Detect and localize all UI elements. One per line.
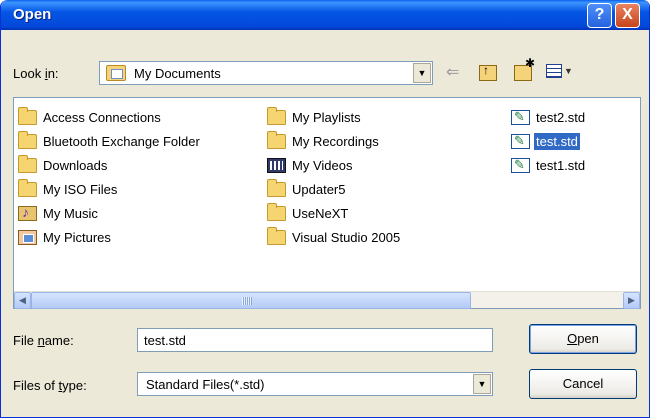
file-name-input[interactable]: test.std (137, 328, 493, 352)
help-icon: ? (594, 6, 605, 23)
std-file-icon (511, 133, 530, 149)
folder-icon (267, 179, 286, 197)
folder-icon (267, 107, 286, 125)
chevron-down-icon[interactable]: ▼ (413, 63, 431, 83)
title-bar[interactable]: Open ? X (1, 0, 649, 30)
folder-icon (18, 155, 37, 173)
folder-icon (18, 107, 37, 125)
file-list[interactable]: Access Connections Bluetooth Exchange Fo… (13, 97, 641, 309)
up-folder-icon[interactable] (479, 63, 497, 81)
folder-icon (267, 203, 286, 221)
folder-icon (267, 131, 286, 149)
my-documents-icon (106, 65, 126, 81)
look-in-combobox[interactable]: My Documents ▼ (99, 61, 433, 85)
views-menu-icon[interactable]: ▼ (546, 64, 573, 82)
scroll-right-icon[interactable]: ▶ (623, 292, 640, 309)
file-type-label: Files of type: (13, 378, 87, 393)
video-folder-icon (267, 158, 286, 173)
music-folder-icon (18, 204, 37, 221)
new-folder-icon[interactable] (514, 56, 535, 81)
close-button[interactable]: X (615, 3, 640, 28)
scrollbar-thumb[interactable] (31, 292, 471, 309)
folder-icon (18, 131, 37, 149)
file-type-select[interactable]: Standard Files(*.std) ▼ (137, 372, 493, 396)
std-file-icon (511, 157, 530, 173)
back-arrow-icon[interactable]: ⇐ (446, 62, 459, 82)
open-button[interactable]: Open (529, 324, 637, 354)
folder-icon (18, 179, 37, 197)
grip-icon (242, 297, 252, 305)
file-type-value: Standard Files(*.std) (146, 377, 265, 392)
help-button[interactable]: ? (587, 3, 612, 28)
cancel-button[interactable]: Cancel (529, 369, 637, 399)
look-in-label: Look in: (13, 66, 59, 81)
scroll-left-icon[interactable]: ◀ (14, 292, 31, 309)
folder-icon (267, 227, 286, 245)
dialog-title: Open (13, 6, 52, 23)
close-icon: X (622, 6, 633, 23)
look-in-value: My Documents (134, 66, 221, 81)
horizontal-scrollbar[interactable]: ◀ ▶ (14, 291, 640, 309)
open-dialog: Open ? X Look in: My Documents ▼ ⇐ ▼ Acc… (0, 0, 650, 418)
file-name-label: File name: (13, 333, 74, 348)
chevron-down-icon[interactable]: ▼ (473, 374, 491, 394)
std-file-icon (511, 109, 530, 125)
pictures-folder-icon (18, 230, 37, 245)
